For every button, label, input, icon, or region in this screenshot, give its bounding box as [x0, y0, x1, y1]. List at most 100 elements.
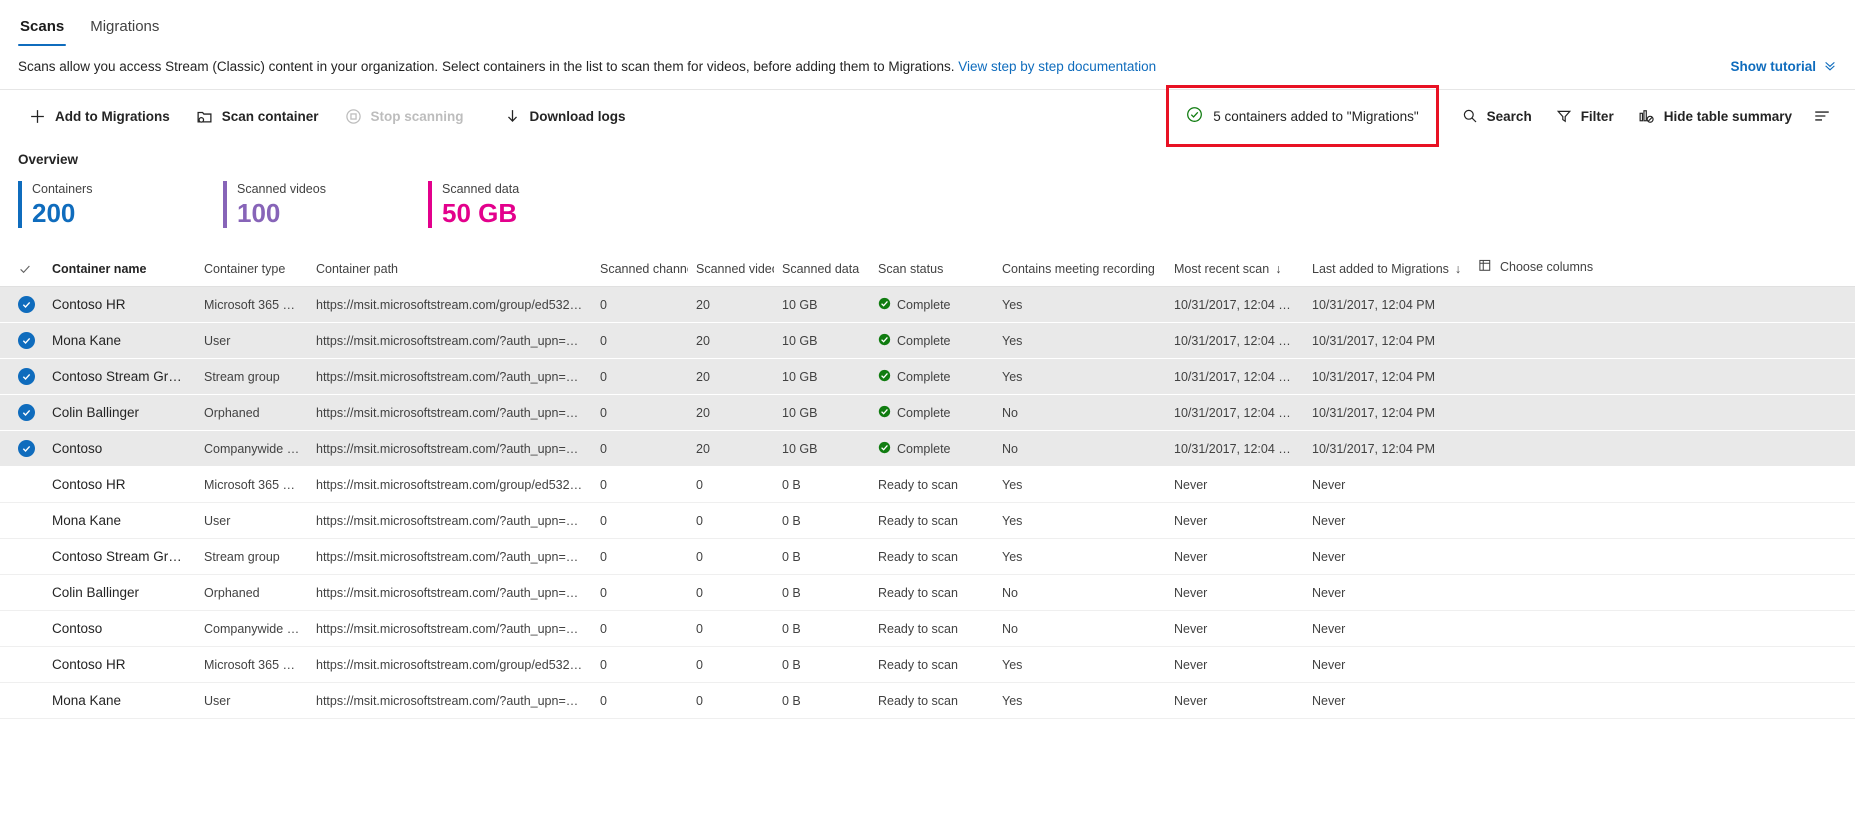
header-container-path[interactable]: Container path [308, 250, 592, 287]
row-scan-status: Ready to scan [878, 585, 958, 600]
row-select-cell[interactable] [0, 683, 44, 719]
row-container-type: User [204, 693, 231, 708]
table-row[interactable]: Contoso HR Microsoft 365 group https://msi… [0, 286, 1855, 323]
row-select-cell[interactable] [0, 647, 44, 683]
row-select-cell[interactable] [0, 431, 44, 467]
row-container-name: Colin Ballinger [52, 405, 140, 420]
table-row[interactable]: Colin Ballinger Orphaned https://msit.micr… [0, 575, 1855, 611]
row-select-cell[interactable] [0, 359, 44, 395]
overview-metrics: Containers 200 Scanned videos 100 Scanne… [18, 181, 1837, 228]
add-to-migrations-button[interactable]: Add to Migrations [18, 101, 181, 132]
table-row[interactable]: Contoso Companywide channel https://msit.m… [0, 430, 1855, 467]
containers-table: Container name Container type Container … [0, 250, 1855, 719]
header-container-type[interactable]: Container type [196, 250, 308, 287]
search-icon [1462, 108, 1478, 124]
header-last-added-label: Last added to Migrations [1312, 262, 1449, 276]
row-checkbox-checked-icon[interactable] [18, 440, 35, 457]
download-logs-button[interactable]: Download logs [493, 101, 637, 132]
hide-table-summary-label: Hide table summary [1663, 108, 1792, 124]
status-label: Complete [897, 405, 951, 420]
row-select-cell[interactable] [0, 323, 44, 359]
row-container-name: Contoso Stream Group [52, 369, 191, 384]
select-all-header[interactable] [0, 250, 44, 287]
row-checkbox-checked-icon[interactable] [18, 368, 35, 385]
header-choose-columns[interactable]: Choose columns [1470, 250, 1855, 287]
row-scanned-data: 0 B [782, 549, 801, 564]
table-header: Container name Container type Container … [0, 250, 1855, 287]
row-container-path: https://msit.microsoftstream.com/?auth_u… [316, 549, 592, 564]
header-scanned-data[interactable]: Scanned data [774, 250, 870, 287]
table-row[interactable]: Mona Kane User https://msit.microsoftstrea… [0, 322, 1855, 359]
row-select-cell[interactable] [0, 575, 44, 611]
table-summary-icon [1638, 108, 1655, 125]
row-container-type: User [204, 333, 231, 348]
header-scanned-videos[interactable]: Scanned videos [688, 250, 774, 287]
documentation-link[interactable]: View step by step documentation [958, 59, 1156, 74]
row-checkbox-checked-icon[interactable] [18, 404, 35, 421]
stop-scanning-label: Stop scanning [370, 108, 464, 124]
row-most-recent-scan: Never [1174, 621, 1208, 636]
table-header-row: Container name Container type Container … [0, 250, 1855, 287]
header-scanned-channels[interactable]: Scanned channels [592, 250, 688, 287]
row-container-name: Mona Kane [52, 333, 122, 348]
row-container-path: https://msit.microsoftstream.com/?auth_u… [316, 693, 592, 708]
header-contains-meeting-recording[interactable]: Contains meeting recording [994, 250, 1166, 287]
row-scanned-data: 10 GB [782, 297, 818, 312]
row-scanned-videos: 20 [696, 405, 710, 420]
table-row[interactable]: Contoso HR Microsoft 365 group https://msi… [0, 467, 1855, 503]
row-scanned-channels: 0 [600, 585, 607, 600]
add-to-migrations-label: Add to Migrations [55, 108, 170, 124]
status-complete-icon [878, 369, 891, 385]
header-last-added-to-migrations[interactable]: Last added to Migrations ↓ [1304, 250, 1470, 287]
command-bar: Add to Migrations Scan container Stop sc… [0, 85, 1855, 147]
row-scanned-videos: 20 [696, 441, 710, 456]
filter-button[interactable]: Filter [1545, 101, 1625, 131]
row-spacer-cell [1470, 503, 1855, 539]
search-button[interactable]: Search [1451, 101, 1543, 131]
tab-scans[interactable]: Scans [18, 18, 67, 46]
success-check-circle-icon [1186, 106, 1203, 126]
table-row[interactable]: Contoso HR Microsoft 365 group https://msi… [0, 647, 1855, 683]
check-icon[interactable] [18, 262, 36, 276]
row-spacer-cell [1470, 323, 1855, 359]
table-row[interactable]: Mona Kane User https://msit.microsoftstrea… [0, 503, 1855, 539]
row-last-added-to-migrations: Never [1312, 477, 1346, 492]
row-checkbox-checked-icon[interactable] [18, 332, 35, 349]
row-select-cell[interactable] [0, 611, 44, 647]
row-contains-meeting-recording: Yes [1002, 513, 1023, 528]
show-tutorial-button[interactable]: Show tutorial [1731, 58, 1838, 75]
table-row[interactable]: Colin Ballinger Orphaned https://msit.micr… [0, 394, 1855, 431]
row-scan-status: Complete [870, 359, 994, 395]
row-select-cell[interactable] [0, 467, 44, 503]
row-checkbox-checked-icon[interactable] [18, 296, 35, 313]
row-container-type: Stream group [204, 549, 280, 564]
metric-scanned-videos-value: 100 [237, 198, 281, 228]
row-select-cell[interactable] [0, 539, 44, 575]
row-spacer-cell [1470, 431, 1855, 467]
table-row[interactable]: Mona Kane User https://msit.microsoftstrea… [0, 683, 1855, 719]
status-complete-icon [878, 441, 891, 457]
table-row[interactable]: Contoso Stream Group Stream group https://… [0, 358, 1855, 395]
row-contains-meeting-recording: Yes [1002, 333, 1023, 348]
row-spacer-cell [1470, 287, 1855, 323]
header-most-recent-scan[interactable]: Most recent scan ↓ [1166, 250, 1304, 287]
scan-container-button[interactable]: Scan container [185, 101, 330, 132]
row-select-cell[interactable] [0, 395, 44, 431]
row-scanned-channels: 0 [600, 405, 607, 420]
row-container-path: https://msit.microsoftstream.com/group/e… [316, 297, 592, 312]
hide-table-summary-button[interactable]: Hide table summary [1627, 101, 1803, 132]
more-options-button[interactable] [1805, 100, 1839, 132]
table-row[interactable]: Contoso Companywide channel https://msit.m… [0, 611, 1855, 647]
table-row[interactable]: Contoso Stream Group Stream group https://… [0, 539, 1855, 575]
row-container-name: Mona Kane [52, 693, 122, 708]
tab-migrations[interactable]: Migrations [88, 18, 161, 46]
row-contains-meeting-recording: Yes [1002, 549, 1023, 564]
row-select-cell[interactable] [0, 287, 44, 323]
header-scan-status[interactable]: Scan status [870, 250, 994, 287]
row-select-cell[interactable] [0, 503, 44, 539]
row-most-recent-scan: Never [1174, 513, 1208, 528]
row-scanned-channels: 0 [600, 297, 607, 312]
header-container-name[interactable]: Container name [44, 250, 196, 287]
row-last-added-to-migrations: Never [1312, 657, 1346, 672]
tabstrip: Scans Migrations [0, 0, 1855, 46]
